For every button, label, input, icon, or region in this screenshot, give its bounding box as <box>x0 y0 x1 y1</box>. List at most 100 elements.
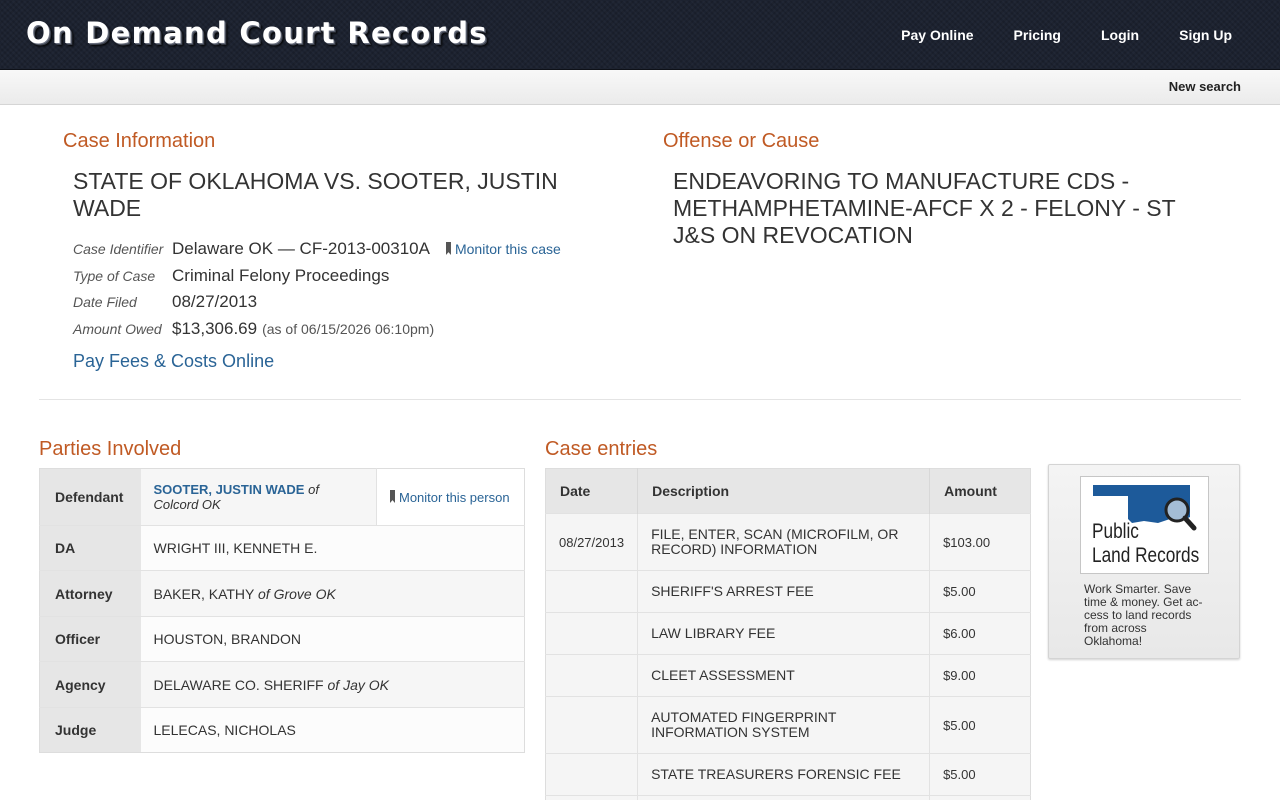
ad-logo-line2: Land Records <box>1092 544 1200 567</box>
entry-amount <box>929 795 1031 800</box>
defendant-name-link[interactable]: SOOTER, JUSTIN WADE <box>154 482 305 497</box>
entry-row: STATE TREASURERS FORENSIC FEE $5.00 <box>545 753 1031 796</box>
col-amount-header: Amount <box>929 468 1031 514</box>
entry-date <box>545 753 638 796</box>
party-row-defendant: Defendant SOOTER, JUSTIN WADE of Colcord… <box>39 468 525 526</box>
party-value: DELAWARE CO. SHERIFF of Jay OK <box>140 661 525 708</box>
party-row: Attorney BAKER, KATHY of Grove OK <box>39 570 525 617</box>
entry-description: FILE, ENTER, SCAN (MICROFILM, OR RECORD)… <box>637 513 930 571</box>
bookmark-icon <box>445 242 451 255</box>
party-role: Officer <box>39 616 141 662</box>
party-role: DA <box>39 525 141 571</box>
pay-fees-link[interactable]: Pay Fees & Costs Online <box>73 351 274 372</box>
entry-description: CLEET ASSESSMENT <box>637 654 930 697</box>
party-place: Grove OK <box>273 585 336 602</box>
entry-description <box>637 795 930 800</box>
entry-date <box>545 795 638 800</box>
nav-pricing[interactable]: Pricing <box>994 27 1081 43</box>
entry-description: LAW LIBRARY FEE <box>637 612 930 655</box>
top-header: On Demand Court Records Pay Online Prici… <box>0 0 1280 70</box>
party-name: BAKER, KATHY <box>153 585 255 602</box>
entry-description: SHERIFF'S ARREST FEE <box>637 570 930 613</box>
entry-row-partial <box>545 795 1031 800</box>
amount-owed-timestamp: (as of 06/15/2026 06:10pm) <box>262 321 435 337</box>
entry-date: 08/27/2013 <box>545 513 638 571</box>
entry-row: CLEET ASSESSMENT $9.00 <box>545 654 1031 697</box>
case-type-value: Criminal Felony Proceedings <box>172 266 390 285</box>
public-land-records-logo: Public Land Records <box>1080 476 1209 574</box>
party-place: Colcord OK <box>153 497 221 512</box>
col-date-header: Date <box>545 468 638 514</box>
party-name: DELAWARE CO. SHERIFF <box>153 676 324 693</box>
nav-sign-up[interactable]: Sign Up <box>1159 27 1280 43</box>
party-role: Defendant <box>39 468 141 526</box>
entries-header-row: Date Description Amount <box>545 468 1031 514</box>
entry-amount: $103.00 <box>929 513 1031 571</box>
party-value: SOOTER, JUSTIN WADE of Colcord OK <box>140 468 377 526</box>
entries-table: Date Description Amount 08/27/2013 FILE,… <box>545 468 1031 800</box>
entry-amount: $9.00 <box>929 654 1031 697</box>
monitor-person-link[interactable]: Monitor this person <box>390 490 510 505</box>
nav-pay-online[interactable]: Pay Online <box>881 27 993 43</box>
monitor-person-cell: Monitor this person <box>376 468 525 526</box>
entry-row: AUTOMATED FINGERPRINT INFORMATION SYSTEM… <box>545 696 1031 754</box>
entry-date <box>545 612 638 655</box>
entry-amount: $6.00 <box>929 612 1031 655</box>
offense-text: ENDEAVORING TO MANUFACTURE CDS - METHAMP… <box>673 168 1176 248</box>
entries-heading: Case entries <box>545 438 658 460</box>
parties-table: Defendant SOOTER, JUSTIN WADE of Colcord… <box>39 468 525 753</box>
monitor-case-link[interactable]: Monitor this case <box>445 241 561 257</box>
entry-date <box>545 654 638 697</box>
party-value: WRIGHT III, KENNETH E. <box>140 525 525 571</box>
ad-logo-line1: Public <box>1092 520 1139 543</box>
date-filed-label: Date Filed <box>73 294 137 310</box>
party-role: Judge <box>39 707 141 753</box>
monitor-case-label: Monitor this case <box>454 241 561 257</box>
amount-owed-label: Amount Owed <box>73 321 162 337</box>
entry-amount: $5.00 <box>929 753 1031 796</box>
entry-description: STATE TREASURERS FORENSIC FEE <box>637 753 930 796</box>
entry-date <box>545 570 638 613</box>
party-of: of <box>308 482 319 497</box>
entry-row: LAW LIBRARY FEE $6.00 <box>545 612 1031 655</box>
party-of: of <box>258 585 270 602</box>
entry-row: 08/27/2013 FILE, ENTER, SCAN (MICROFILM,… <box>545 513 1031 571</box>
section-divider <box>39 399 1241 400</box>
amount-owed-value: $13,306.69 <box>172 319 258 338</box>
monitor-person-label: Monitor this person <box>399 490 510 505</box>
amount-owed-row: Amount Owed $13,306.69 (as of 06/15/2026… <box>73 319 434 339</box>
magnifier-handle <box>1182 515 1197 531</box>
land-records-ad[interactable]: Public Land Records Work Smarter. Save t… <box>1048 464 1240 659</box>
party-place: Jay OK <box>343 676 389 693</box>
case-type-row: Type of Case Criminal Felony Proceedings <box>73 266 389 286</box>
party-value: LELECAS, NICHOLAS <box>140 707 525 753</box>
ad-text: Work Smarter. Save time & money. Get ac-… <box>1084 582 1203 648</box>
entry-description: AUTOMATED FINGERPRINT INFORMATION SYSTEM <box>637 696 930 754</box>
entry-row: SHERIFF'S ARREST FEE $5.00 <box>545 570 1031 613</box>
party-role: Attorney <box>39 570 141 617</box>
bookmark-icon <box>390 490 395 503</box>
entry-amount: $5.00 <box>929 570 1031 613</box>
party-role: Agency <box>39 661 141 708</box>
party-row: Officer HOUSTON, BRANDON <box>39 616 525 662</box>
party-name: HOUSTON, BRANDON <box>153 631 302 647</box>
new-search-link[interactable]: New search <box>1169 79 1241 94</box>
parties-heading: Parties Involved <box>39 438 182 460</box>
sub-header: New search <box>0 70 1280 105</box>
party-value: BAKER, KATHY of Grove OK <box>140 570 525 617</box>
offense-heading: Offense or Cause <box>663 130 820 152</box>
party-name: WRIGHT III, KENNETH E. <box>153 540 318 556</box>
case-type-label: Type of Case <box>73 268 156 284</box>
main-nav: Pay Online Pricing Login Sign Up <box>881 0 1280 70</box>
party-row: Agency DELAWARE CO. SHERIFF of Jay OK <box>39 661 525 708</box>
date-filed-row: Date Filed 08/27/2013 <box>73 292 257 312</box>
case-identifier-label: Case Identifier <box>73 241 164 257</box>
party-value: HOUSTON, BRANDON <box>140 616 525 662</box>
case-identifier-row: Case Identifier Delaware OK — CF-2013-00… <box>73 239 561 259</box>
site-logo[interactable]: On Demand Court Records <box>26 16 488 50</box>
party-row: Judge LELECAS, NICHOLAS <box>39 707 525 753</box>
nav-login[interactable]: Login <box>1081 27 1159 43</box>
case-info-heading: Case Information <box>63 130 216 152</box>
entry-amount: $5.00 <box>929 696 1031 754</box>
case-identifier-value: Delaware OK — CF-2013-00310A <box>172 239 430 258</box>
